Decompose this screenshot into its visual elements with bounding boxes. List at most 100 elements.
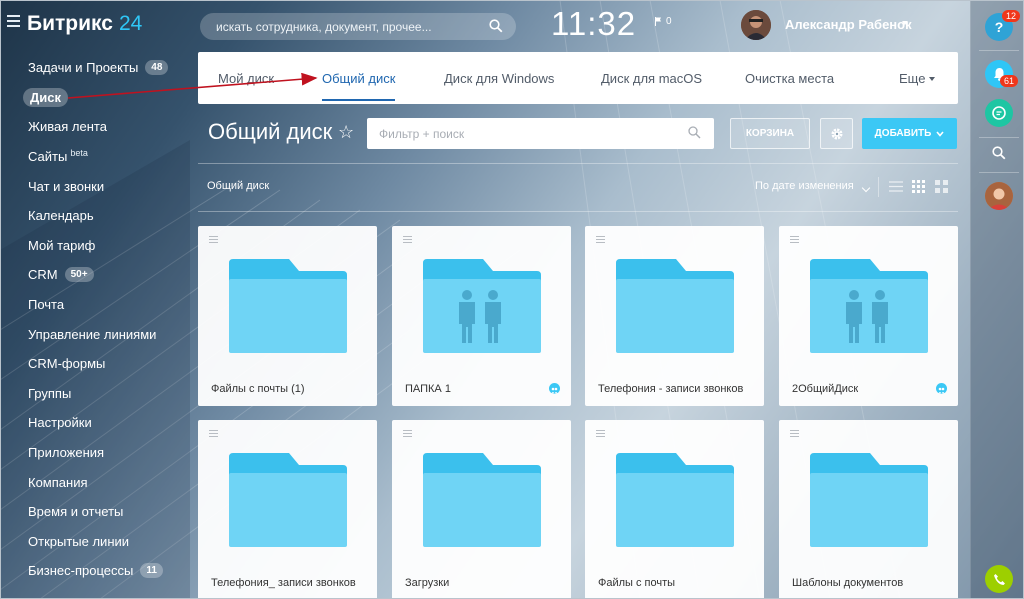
drag-handle-icon[interactable] [790, 430, 799, 437]
sidebar-item[interactable]: Живая лента [20, 112, 190, 142]
tab-more[interactable]: Еще [899, 52, 936, 104]
folder-name: ПАПКА 1 [405, 383, 451, 395]
sidebar-item[interactable]: Время и отчеты [20, 497, 190, 527]
page-title: Общий диск [208, 119, 333, 144]
shared-people-icon [549, 383, 560, 394]
sidebar-item[interactable]: Бизнес-процессы 11 [20, 556, 190, 586]
folder-name: Шаблоны документов [792, 577, 904, 589]
sidebar-item[interactable]: Настройки [20, 408, 190, 438]
folder-tile[interactable]: Файлы с почты [585, 420, 764, 599]
sidebar-item[interactable]: CRM-формы [20, 349, 190, 379]
folder-tile[interactable]: ПАПКА 1 [392, 226, 571, 406]
tab-cleanup[interactable]: Очистка места [745, 52, 834, 104]
search-icon[interactable] [688, 126, 701, 139]
sort-dropdown[interactable]: По дате изменения [755, 180, 854, 192]
chevron-down-icon[interactable] [861, 183, 871, 193]
sidebar-item[interactable]: Открытые линии [20, 527, 190, 557]
sidebar-item-label: Задачи и Проекты [28, 60, 139, 76]
filter-search-input[interactable] [367, 118, 714, 149]
folder-name: Телефония_ записи звонков [211, 577, 356, 589]
app-logo[interactable]: Битрикс 24 [27, 12, 142, 36]
flag-counter[interactable]: 0 [655, 16, 672, 27]
drag-handle-icon[interactable] [209, 236, 218, 243]
breadcrumb[interactable]: Общий диск [207, 180, 269, 192]
sidebar-item-label: CRM-формы [28, 356, 106, 372]
help-button[interactable]: ? 12 [985, 10, 1021, 41]
settings-button[interactable] [820, 118, 853, 149]
sidebar-item-label: Почта [28, 297, 65, 313]
rail-divider [979, 137, 1019, 138]
counter-badge: 48 [145, 60, 169, 76]
chat-icon [992, 106, 1006, 120]
drag-handle-icon[interactable] [596, 236, 605, 243]
gear-icon [831, 128, 842, 139]
sidebar-item[interactable]: CRM 50+ [20, 260, 190, 290]
folder-name: 2ОбщийДиск [792, 383, 859, 395]
tab-my-disk[interactable]: Мой диск [218, 52, 274, 104]
search-icon[interactable] [489, 19, 503, 33]
folder-tile[interactable]: Телефония_ записи звонков [198, 420, 377, 599]
user-avatar[interactable] [741, 10, 771, 40]
folder-name: Загрузки [405, 577, 450, 589]
tab-shared-disk[interactable]: Общий диск [322, 52, 396, 104]
sidebar-item[interactable]: Компания [20, 467, 190, 497]
folder-tile[interactable]: Файлы с почты (1) [198, 226, 377, 406]
folder-icon [229, 259, 347, 353]
star-icon[interactable]: ☆ [338, 122, 354, 143]
folder-tile[interactable]: Загрузки [392, 420, 571, 599]
counter-badge: 11 [140, 563, 163, 579]
rail-divider [979, 50, 1019, 51]
global-search-input[interactable] [200, 13, 516, 40]
folder-tile[interactable]: Шаблоны документов [779, 420, 958, 599]
notifications-button[interactable]: 61 [985, 60, 1019, 88]
sidebar-item-label: Живая лента [28, 119, 107, 135]
sidebar-item-label: Управление линиями [28, 326, 157, 342]
folder-icon [423, 259, 541, 353]
grid-small-view-icon[interactable] [912, 180, 926, 193]
sidebar-item[interactable]: Мой тариф [20, 231, 190, 261]
drag-handle-icon[interactable] [790, 236, 799, 243]
drag-handle-icon[interactable] [209, 430, 218, 437]
sidebar-item-label: Сайты [28, 149, 68, 165]
sidebar-nav: Задачи и Проекты 48 Диск Живая лента Сайты be… [20, 53, 190, 586]
folder-tile[interactable]: 2ОбщийДиск [779, 226, 958, 406]
folder-tile[interactable]: Телефония - записи звонков [585, 226, 764, 406]
chevron-down-icon[interactable] [902, 21, 908, 25]
rail-divider [979, 172, 1019, 173]
folder-name: Файлы с почты [598, 577, 676, 589]
drag-handle-icon[interactable] [596, 430, 605, 437]
folder-icon [229, 453, 347, 547]
drag-handle-icon[interactable] [403, 430, 412, 437]
sidebar-item[interactable]: Чат и звонки [20, 171, 190, 201]
sidebar-item-label: Открытые линии [28, 533, 130, 549]
sidebar-item[interactable]: Управление линиями [20, 319, 190, 349]
folder-name: Телефония - записи звонков [598, 383, 744, 395]
clock[interactable]: 11:32 [551, 5, 636, 43]
folder-icon [810, 453, 928, 547]
drag-handle-icon[interactable] [403, 236, 412, 243]
sidebar-item[interactable]: Почта [20, 290, 190, 320]
sidebar-item[interactable]: Задачи и Проекты 48 [20, 53, 190, 83]
chat-button[interactable] [985, 99, 1013, 127]
sidebar-item[interactable]: Календарь [20, 201, 190, 231]
sidebar-item[interactable]: Сайты beta [20, 142, 190, 172]
divider [878, 177, 879, 197]
sidebar-item-label: Компания [28, 474, 88, 490]
phone-button[interactable] [985, 565, 1013, 593]
search-icon[interactable] [992, 146, 1006, 160]
phone-icon [993, 573, 1005, 585]
tab-disk-windows[interactable]: Диск для Windows [444, 52, 554, 104]
user-name[interactable]: Александр Рабенок [785, 17, 912, 32]
add-button[interactable]: ДОБАВИТЬ [862, 118, 957, 149]
tab-disk-macos[interactable]: Диск для macOS [601, 52, 702, 104]
contact-avatar[interactable] [985, 182, 1013, 210]
list-view-icon[interactable] [889, 180, 903, 193]
hamburger-menu-icon[interactable] [7, 15, 20, 27]
sidebar-item[interactable]: Приложения [20, 438, 190, 468]
right-rail: ? 12 61 [970, 0, 1024, 599]
chevron-down-icon [929, 77, 936, 81]
sidebar-item[interactable]: Группы [20, 379, 190, 409]
grid-large-view-icon[interactable] [935, 180, 949, 193]
sidebar-item[interactable]: Диск [20, 83, 190, 113]
trash-button[interactable]: КОРЗИНА [730, 118, 810, 149]
